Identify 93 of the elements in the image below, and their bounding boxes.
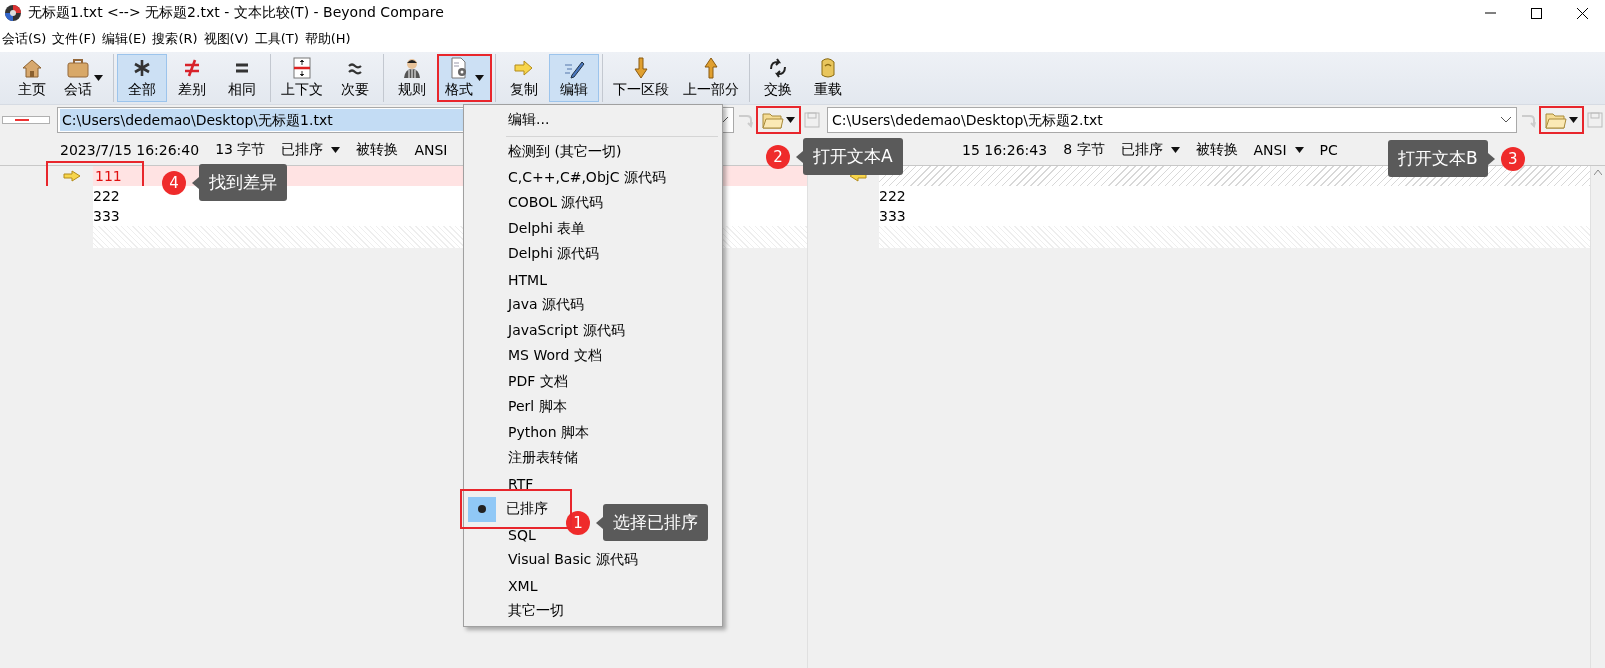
folder-icon	[762, 111, 784, 129]
line-text: 222	[879, 188, 906, 204]
chevron-down-icon	[1500, 116, 1512, 124]
callout-tooltip: 选择已排序	[603, 504, 708, 541]
redo-arrow-icon	[737, 112, 753, 128]
toolbar-button[interactable]: 次要	[330, 54, 380, 102]
toolbar-button[interactable]: 下一区段	[606, 54, 676, 102]
toolbar-button[interactable]: 差别	[167, 54, 217, 102]
menu-option[interactable]: Visual Basic 源代码	[464, 547, 638, 573]
close-icon	[1576, 7, 1588, 19]
caret-icon	[1569, 117, 1578, 123]
menu-option[interactable]: 编辑...	[464, 107, 550, 133]
menu-option[interactable]: PDF 文档	[464, 369, 568, 395]
toolbar-button[interactable]: 上一部分	[676, 54, 746, 102]
toolbar-button[interactable]: 主页	[7, 54, 57, 102]
file-info: 被转换	[1195, 141, 1238, 159]
toolbar-button[interactable]: 会话	[57, 54, 110, 102]
menu-option[interactable]: JavaScript 源代码	[464, 318, 625, 344]
toolbar-button[interactable]: 格式	[437, 54, 492, 102]
menu-option[interactable]: 检测到 (其它一切)	[464, 139, 622, 165]
dropdown-caret-icon	[475, 75, 484, 81]
open-folder-button[interactable]	[756, 106, 801, 134]
dropdown-caret-icon	[94, 75, 103, 81]
file-info: 2023/7/15 16:26:40	[60, 142, 200, 158]
step-number-badge: 3	[1500, 146, 1525, 171]
toolbar-button[interactable]: 上下文	[274, 54, 330, 102]
toolbar-button[interactable]: 重载	[803, 54, 853, 102]
menu-option[interactable]: XML	[464, 573, 538, 599]
file-info: 15 16:26:43	[962, 142, 1048, 158]
menu-option[interactable]: Delphi 表单	[464, 216, 586, 242]
file-info: 被转换	[356, 141, 399, 159]
open-folder-button[interactable]	[1539, 106, 1584, 134]
context-icon	[290, 57, 314, 79]
menu-option[interactable]: 已排序	[460, 489, 572, 530]
toolbar-button[interactable]: 复制	[499, 54, 549, 102]
callout-tooltip: 打开文本B	[1388, 140, 1488, 177]
menu-option[interactable]: Python 脚本	[464, 420, 589, 446]
arrow-right-icon	[62, 170, 81, 182]
caret-icon	[331, 147, 341, 153]
caret-icon	[1170, 147, 1180, 153]
app-logo-icon	[4, 4, 22, 22]
menu-option[interactable]: Perl 脚本	[464, 394, 567, 420]
callout-tooltip: 打开文本A	[803, 138, 903, 175]
overview-bar[interactable]	[2, 116, 50, 124]
caret-icon	[786, 117, 795, 123]
path-field[interactable]: C:\Users\dedemao\Desktop\无标题2.txt	[827, 107, 1517, 133]
folder-icon	[1545, 111, 1567, 129]
file-info: 8 字节	[1063, 141, 1105, 159]
menu-item[interactable]: 帮助(H)	[302, 30, 355, 48]
maximize-icon	[1530, 7, 1542, 19]
toolbar-button[interactable]: 全部	[117, 54, 167, 102]
line-text: 222	[93, 188, 120, 204]
file-info[interactable]: 已排序	[1120, 141, 1180, 159]
scrollbar[interactable]	[1590, 166, 1605, 668]
menu-option[interactable]: C,C++,C#,ObjC 源代码	[464, 165, 666, 191]
menu-option[interactable]: HTML	[464, 267, 547, 293]
menu-option[interactable]: Delphi 源代码	[464, 241, 600, 267]
callout-tooltip: 找到差异	[199, 164, 287, 201]
menu-item[interactable]: 文件(F)	[50, 30, 101, 48]
menu-item[interactable]: 编辑(E)	[100, 30, 151, 48]
menu-option[interactable]: Java 源代码	[464, 292, 585, 318]
difference-mark	[15, 119, 29, 121]
toolbar-button[interactable]: 交换	[753, 54, 803, 102]
file-info[interactable]: 已排序	[281, 141, 341, 159]
briefcase-icon	[66, 57, 90, 79]
menu-option[interactable]: MS Word 文档	[464, 343, 602, 369]
menu-item[interactable]: 搜索(R)	[150, 30, 202, 48]
file-info: PC	[1319, 142, 1338, 158]
radio-dot-icon	[478, 505, 486, 514]
file-info: 13 字节	[215, 141, 266, 159]
scroll-up-icon	[1594, 170, 1602, 175]
step-number-badge: 2	[766, 144, 790, 169]
file-info: ANSI	[414, 142, 448, 158]
toolbar-button[interactable]: 相同	[217, 54, 267, 102]
menu-item[interactable]: 工具(T)	[252, 30, 303, 48]
minimize-icon	[1484, 12, 1496, 14]
toolbar-button[interactable]: 编辑	[549, 54, 599, 102]
menu-item[interactable]: 会话(S)	[0, 30, 51, 48]
save-icon	[804, 112, 820, 128]
toolbar-button[interactable]: 规则	[387, 54, 437, 102]
redo-arrow-icon	[1520, 112, 1536, 128]
menu-option[interactable]: 注册表转储	[464, 445, 578, 471]
menu-option[interactable]: COBOL 源代码	[464, 190, 604, 216]
file-info[interactable]: ANSI	[1253, 142, 1304, 158]
line-text: 333	[93, 208, 120, 224]
caret-icon	[1294, 147, 1304, 153]
line-text: 111	[95, 168, 122, 184]
line-text: 333	[879, 208, 906, 224]
window-title: 无标题1.txt <--> 无标题2.txt - 文本比较(T) - Beyond Compare	[28, 4, 444, 22]
menu-option[interactable]: 其它一切	[464, 598, 564, 624]
menu-item[interactable]: 视图(V)	[201, 30, 253, 48]
save-icon	[1587, 112, 1603, 128]
home-icon	[20, 57, 44, 79]
